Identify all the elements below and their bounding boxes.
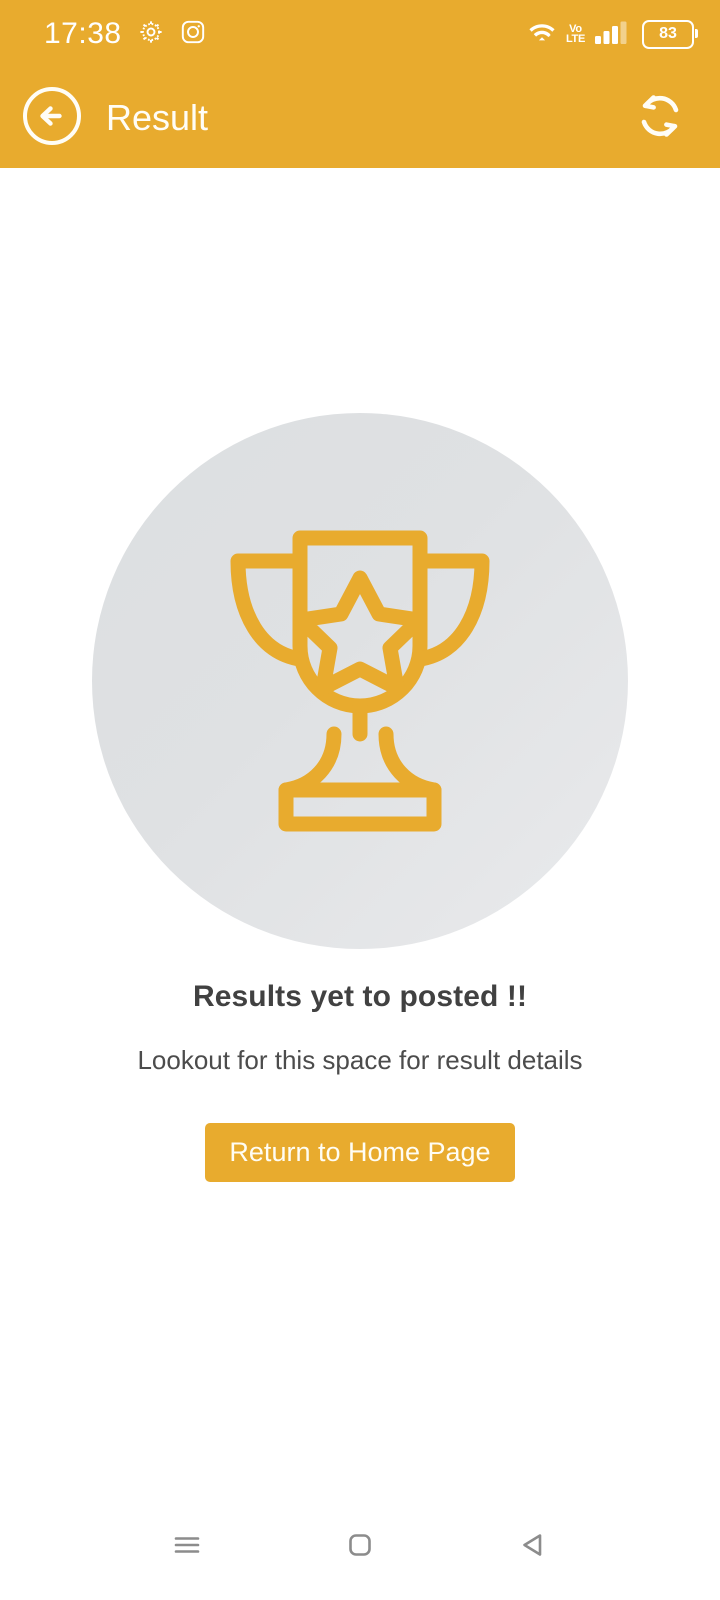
app-bar: Result (0, 68, 720, 168)
battery-percent: 83 (659, 25, 677, 42)
instagram-icon (180, 19, 206, 50)
back-button[interactable] (20, 86, 84, 150)
battery-indicator: 83 (642, 19, 698, 49)
trophy-icon (230, 530, 490, 832)
status-bar-left: 17:38 (44, 19, 206, 50)
back-button-nav[interactable] (498, 1513, 568, 1583)
recents-button[interactable] (152, 1513, 222, 1583)
back-arrow-circle-icon (21, 85, 83, 152)
wifi-icon (527, 19, 557, 50)
result-subtext: Lookout for this space for result detail… (137, 1045, 583, 1075)
home-button[interactable] (325, 1513, 395, 1583)
status-time: 17:38 (44, 17, 122, 50)
result-headline: Results yet to posted !! (192, 980, 528, 1013)
result-content: Results yet to posted !! Lookout for thi… (0, 168, 720, 1600)
menu-recents-icon (167, 1525, 207, 1570)
gear-icon (138, 19, 164, 50)
return-to-home-button[interactable]: Return to Home Page (205, 1123, 515, 1182)
android-nav-bar (0, 1495, 720, 1600)
back-triangle-icon (513, 1525, 553, 1570)
refresh-icon (632, 88, 688, 149)
hero-illustration (92, 413, 628, 949)
home-square-icon (340, 1525, 380, 1570)
status-bar: 17:38 Vo LTE 83 (0, 0, 720, 68)
signal-bars-icon (594, 19, 628, 50)
volte-icon: Vo LTE (565, 23, 585, 45)
page-title: Result (106, 97, 209, 138)
status-bar-right: Vo LTE 83 (527, 19, 698, 50)
refresh-button[interactable] (630, 88, 690, 148)
